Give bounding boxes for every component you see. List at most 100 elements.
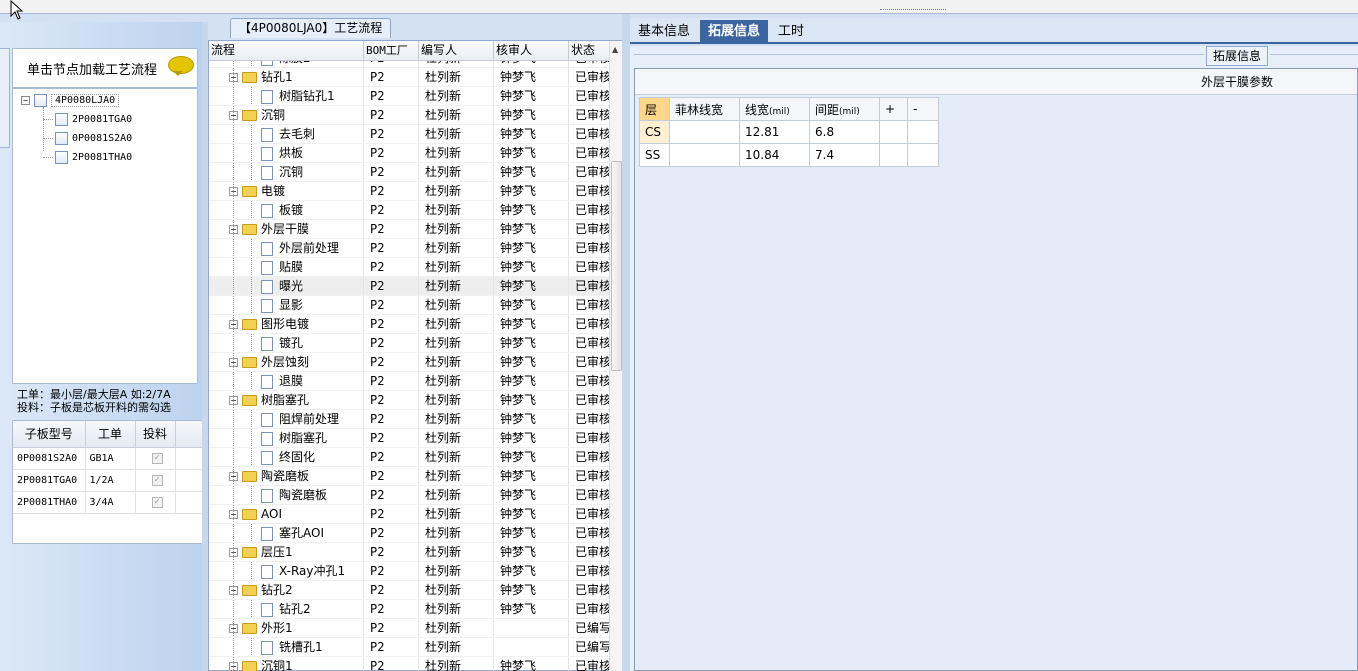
table-row[interactable]: 塞孔AOI P2 杜列新 钟梦飞 已审核 [209, 524, 609, 543]
table-row[interactable]: − 树脂塞孔 P2 杜列新 钟梦飞 已审核 [209, 391, 609, 410]
cell-flow[interactable]: 贴膜 [209, 258, 364, 276]
cell-flow[interactable]: 烘板 [209, 144, 364, 162]
cell-flow[interactable]: 沉铜 [209, 163, 364, 181]
table-row[interactable]: − 层压1 P2 杜列新 钟梦飞 已审核 [209, 543, 609, 562]
remove-column-button[interactable]: - [907, 97, 939, 121]
cell-flow[interactable]: − 钻孔2 [209, 581, 364, 599]
table-row[interactable]: 钻孔2 P2 杜列新 钟梦飞 已审核 [209, 600, 609, 619]
table-row[interactable]: 2P0081THA0 3/4A ✓ [13, 491, 203, 514]
add-column-button[interactable]: + [879, 97, 908, 121]
table-row[interactable]: − 钻孔1 P2 杜列新 钟梦飞 已审核 [209, 68, 609, 87]
vertical-scrollbar[interactable]: ▲ [609, 41, 622, 671]
tab-extended-info[interactable]: 拓展信息 [700, 20, 769, 44]
table-row[interactable]: − 电镀 P2 杜列新 钟梦飞 已审核 [209, 182, 609, 201]
cell-flow[interactable]: 钻孔2 [209, 600, 364, 618]
collapse-icon[interactable]: − [21, 95, 30, 105]
table-row[interactable]: 贴膜 P2 杜列新 钟梦飞 已审核 [209, 258, 609, 277]
cell-spacing[interactable]: 6.8 [809, 120, 880, 144]
table-row[interactable]: 树脂钻孔1 P2 杜列新 钟梦飞 已审核 [209, 87, 609, 106]
table-row[interactable]: 终固化 P2 杜列新 钟梦飞 已审核 [209, 448, 609, 467]
table-row[interactable]: 去毛刺 P2 杜列新 钟梦飞 已审核 [209, 125, 609, 144]
table-row[interactable]: − 钻孔2 P2 杜列新 钟梦飞 已审核 [209, 581, 609, 600]
cell-flow[interactable]: − 陶瓷磨板 [209, 467, 364, 485]
cell-flow[interactable]: X-Ray冲孔1 [209, 562, 364, 580]
table-row[interactable]: 铣槽孔1 P2 杜列新 已编写 [209, 638, 609, 657]
table-row[interactable]: 树脂塞孔 P2 杜列新 钟梦飞 已审核 [209, 429, 609, 448]
cell-flow[interactable]: 曝光 [209, 277, 364, 295]
cell-flow[interactable]: − 图形电镀 [209, 315, 364, 333]
cell-line-width[interactable]: 12.81 [739, 120, 810, 144]
col-header-bom[interactable]: BOM工厂 [364, 41, 419, 60]
table-row[interactable]: − 沉铜 P2 杜列新 钟梦飞 已审核 [209, 106, 609, 125]
table-row[interactable]: − 图形电镀 P2 杜列新 钟梦飞 已审核 [209, 315, 609, 334]
cell-flow[interactable]: 外层前处理 [209, 239, 364, 257]
table-row[interactable]: 显影 P2 杜列新 钟梦飞 已审核 [209, 296, 609, 315]
table-row[interactable]: − 沉铜1 P2 杜列新 钟梦飞 已审核 [209, 657, 609, 671]
tab-work-hours[interactable]: 工时 [770, 20, 812, 44]
tree-child-node[interactable]: 0P0081S2A0 [43, 130, 132, 146]
cell-flow[interactable]: 塞孔AOI [209, 524, 364, 542]
cell-flow[interactable]: − 树脂塞孔 [209, 391, 364, 409]
cell-line-width[interactable]: 10.84 [739, 143, 810, 167]
cell-flow[interactable]: 镀孔 [209, 334, 364, 352]
cell-film-width[interactable] [669, 120, 740, 144]
col-header-line-width[interactable]: 线宽(mil) [739, 97, 810, 121]
table-row[interactable]: − 陶瓷磨板 P2 杜列新 钟梦飞 已审核 [209, 467, 609, 486]
cell-flow[interactable]: − 电镀 [209, 182, 364, 200]
col-header-status[interactable]: 状态 [569, 41, 609, 60]
col-header-layer[interactable]: 层 [639, 97, 670, 121]
cell-flow[interactable]: − 层压1 [209, 543, 364, 561]
col-header-editor[interactable]: 编写人 [419, 41, 494, 60]
table-row[interactable]: 退膜 P2 杜列新 钟梦飞 已审核 [209, 372, 609, 391]
table-row[interactable]: 板镀 P2 杜列新 钟梦飞 已审核 [209, 201, 609, 220]
table-row[interactable]: − 外层干膜 P2 杜列新 钟梦飞 已审核 [209, 220, 609, 239]
col-header-flow[interactable]: 流程 [209, 41, 364, 60]
table-row[interactable]: 0P0081S2A0 GB1A ✓ [13, 447, 203, 470]
cell-order[interactable]: 3/4A [85, 491, 136, 514]
col-header-film-width[interactable]: 菲林线宽 [669, 97, 740, 121]
table-row[interactable]: 陶瓷磨板 P2 杜列新 钟梦飞 已审核 [209, 486, 609, 505]
col-header-order[interactable]: 工单 [85, 421, 136, 448]
tree-child-node[interactable]: 2P0081THA0 [43, 149, 132, 165]
table-row[interactable]: 除胶2 P2杜列新钟梦飞已审核 [209, 61, 609, 68]
scroll-up-icon[interactable]: ▲ [612, 45, 618, 54]
splitter-grip[interactable] [880, 9, 946, 14]
table-row[interactable]: SS 10.84 7.4 [639, 143, 939, 167]
table-row[interactable]: − 外层蚀刻 P2 杜列新 钟梦飞 已审核 [209, 353, 609, 372]
col-header-spacing[interactable]: 间距(mil) [809, 97, 880, 121]
table-row[interactable]: X-Ray冲孔1 P2 杜列新 钟梦飞 已审核 [209, 562, 609, 581]
table-row[interactable]: 2P0081TGA0 1/2A ✓ [13, 469, 203, 492]
cell-flow[interactable]: 去毛刺 [209, 125, 364, 143]
table-row[interactable]: CS 12.81 6.8 [639, 120, 939, 144]
cell-flow[interactable]: 终固化 [209, 448, 364, 466]
cell-flow[interactable]: − AOI [209, 505, 364, 523]
cell-order[interactable]: 1/2A [85, 469, 136, 492]
cell-film-width[interactable] [669, 143, 740, 167]
cell-flow[interactable]: − 外形1 [209, 619, 364, 637]
cell-flow[interactable]: − 外层蚀刻 [209, 353, 364, 371]
cell-flow[interactable]: − 沉铜1 [209, 657, 364, 671]
feed-checkbox[interactable]: ✓ [151, 475, 163, 486]
cell-spacing[interactable]: 7.4 [809, 143, 880, 167]
cell-flow[interactable]: 陶瓷磨板 [209, 486, 364, 504]
cell-flow[interactable]: 除胶2 [209, 61, 364, 67]
node-vertical-tab[interactable]: 节点 [0, 48, 10, 148]
cell-flow[interactable]: 铣槽孔1 [209, 638, 364, 656]
feed-checkbox[interactable]: ✓ [151, 453, 163, 464]
tab-basic-info[interactable]: 基本信息 [630, 20, 698, 44]
cell-flow[interactable]: 阻焊前处理 [209, 410, 364, 428]
cell-flow[interactable]: − 外层干膜 [209, 220, 364, 238]
table-row[interactable]: − AOI P2 杜列新 钟梦飞 已审核 [209, 505, 609, 524]
col-header-feed[interactable]: 投料 [135, 421, 176, 448]
middle-splitter[interactable] [622, 14, 630, 671]
table-row[interactable]: 曝光 P2 杜列新 钟梦飞 已审核 [209, 277, 609, 296]
tree-root-node[interactable]: − 4P0080LJA0 [21, 92, 120, 108]
table-row[interactable]: 烘板 P2 杜列新 钟梦飞 已审核 [209, 144, 609, 163]
table-row[interactable]: 镀孔 P2 杜列新 钟梦飞 已审核 [209, 334, 609, 353]
col-header-reviewer[interactable]: 核审人 [494, 41, 569, 60]
table-row[interactable]: − 外形1 P2 杜列新 已编写 [209, 619, 609, 638]
cell-flow[interactable]: 板镀 [209, 201, 364, 219]
scroll-thumb[interactable] [611, 161, 622, 371]
cell-flow[interactable]: 树脂钻孔1 [209, 87, 364, 105]
cell-flow[interactable]: 树脂塞孔 [209, 429, 364, 447]
